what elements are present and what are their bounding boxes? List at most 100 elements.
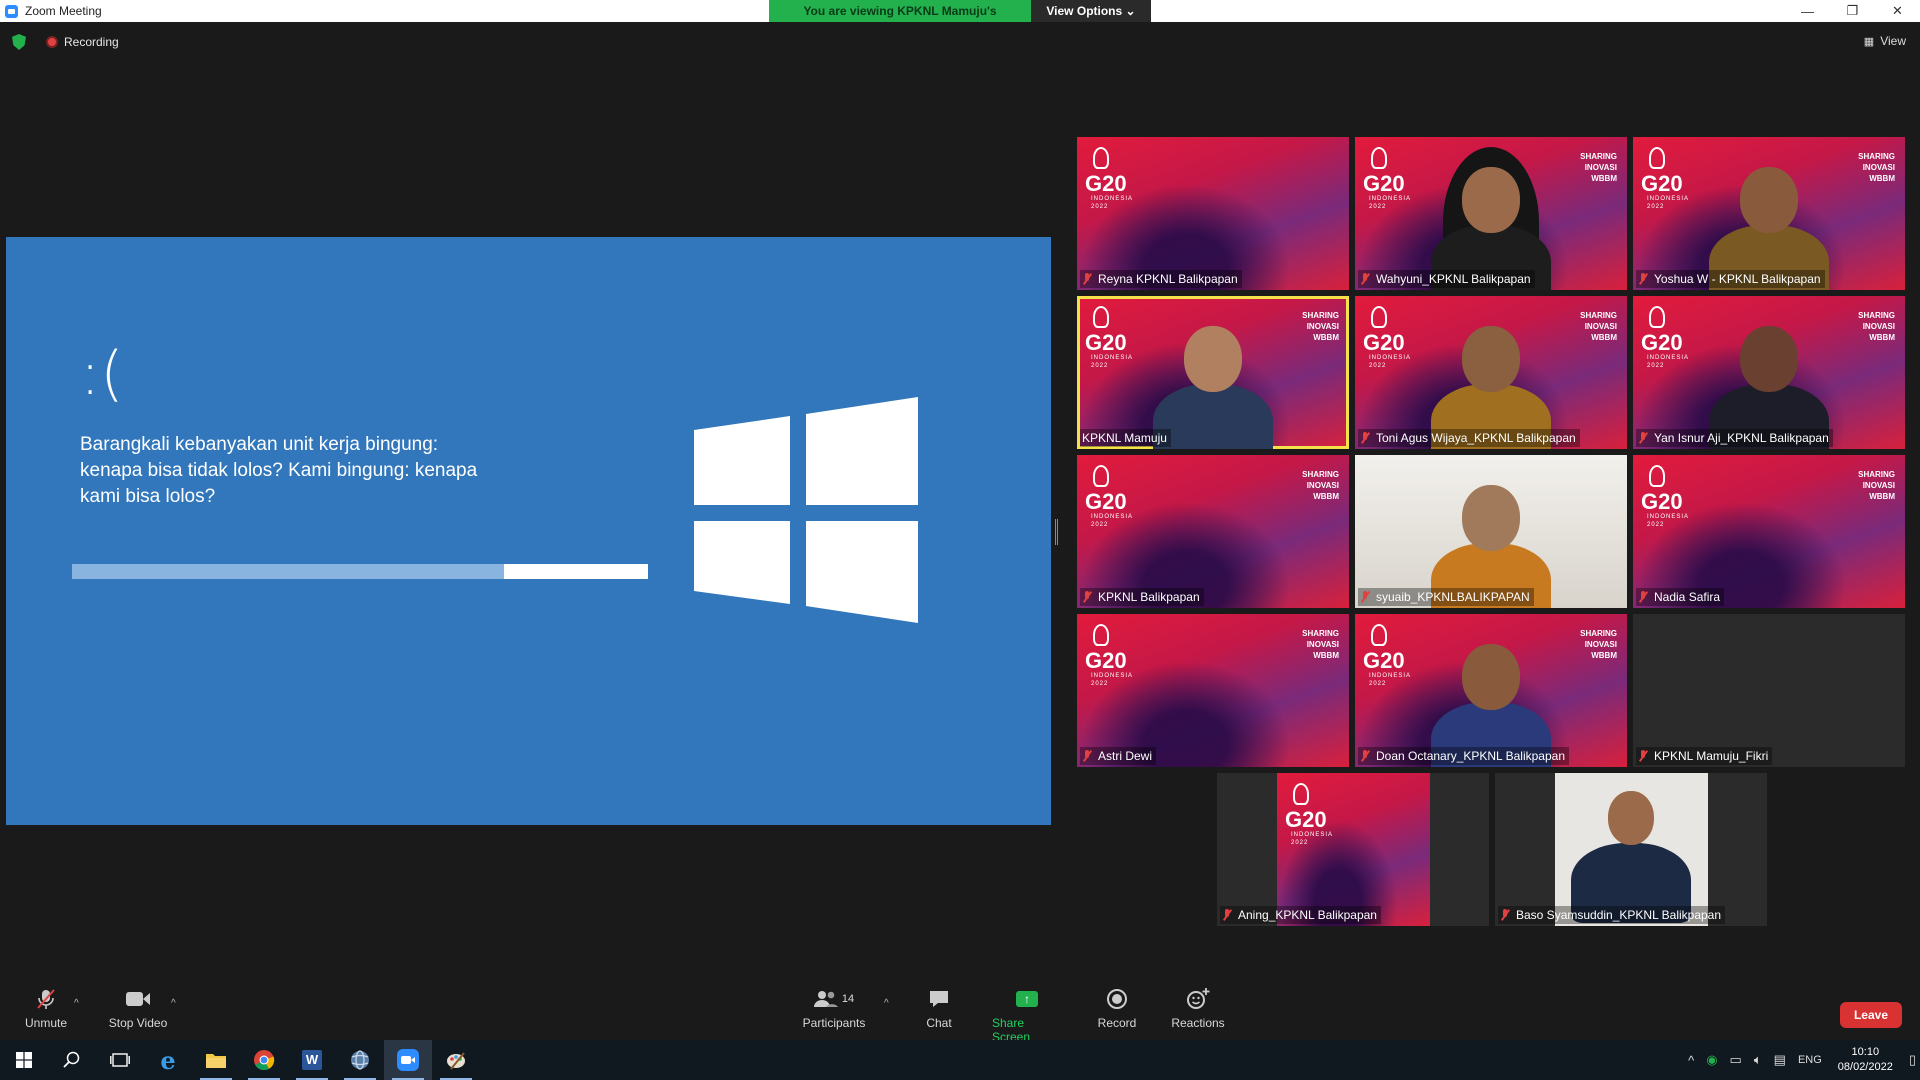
g20-logo-sub: INDONESIA <box>1091 196 1134 202</box>
reactions-button[interactable]: Reactions <box>1170 988 1226 1030</box>
participants-button[interactable]: 14 Participants <box>802 988 866 1030</box>
g20-logo-year: 2022 <box>1091 363 1109 369</box>
taskbar-paint[interactable] <box>432 1040 480 1080</box>
participants-options-caret[interactable]: ^ <box>884 998 889 1009</box>
g20-crest-icon <box>1649 465 1665 487</box>
shared-screen[interactable]: :( Barangkali kebanyakan unit kerja bing… <box>6 237 1051 825</box>
participant-head <box>1462 326 1520 392</box>
sharing-badge-line: INOVASI <box>1584 322 1617 331</box>
notifications-icon[interactable]: ▯ <box>1909 1052 1916 1068</box>
participant-tile[interactable]: syuaib_KPKNLBALIKPAPAN <box>1355 455 1627 608</box>
meeting-status: Recording <box>12 34 119 50</box>
participant-tile[interactable]: G20 INDONESIA 2022 SHARING INOVASI WBBM Doan O… <box>1355 614 1627 767</box>
g20-crest-icon <box>1649 147 1665 169</box>
participant-name-label: Yan Isnur Aji_KPKNL Balikpapan <box>1636 429 1833 447</box>
display-icon[interactable]: ▭ <box>1730 1052 1742 1068</box>
participant-tile[interactable]: G20 INDONESIA 2022 SHARING INOVASI WBBM Yan Is… <box>1633 296 1905 449</box>
g20-logo-sub: INDONESIA <box>1369 355 1412 361</box>
window-title: Zoom Meeting <box>25 4 102 18</box>
taskbar-zoom[interactable] <box>384 1040 432 1080</box>
close-button[interactable]: ✕ <box>1875 0 1920 22</box>
sharing-badge-line: INOVASI <box>1306 640 1339 649</box>
g20-logo-text: G20 <box>1641 171 1683 196</box>
g20-logo-year: 2022 <box>1647 522 1665 528</box>
clock-date: 08/02/2022 <box>1837 1061 1893 1073</box>
participant-name-label: Yoshua W - KPKNL Balikpapan <box>1636 270 1825 288</box>
participant-tile[interactable]: G20 INDONESIA 2022 SHARING INOVASI WBBM Wahyun… <box>1355 137 1627 290</box>
sharing-badge-line: WBBM <box>1313 651 1339 660</box>
record-button[interactable]: Record <box>1095 988 1139 1030</box>
participant-tile[interactable]: G20 INDONESIA 2022 SHARING INOVASI WBBM KPKNL … <box>1077 296 1349 449</box>
clock-time: 10:10 <box>1851 1046 1880 1058</box>
speaker-icon[interactable]: 🔈︎ <box>1754 1052 1762 1068</box>
message-icon[interactable]: ▤ <box>1774 1052 1786 1068</box>
taskbar-file-explorer[interactable] <box>192 1040 240 1080</box>
g20-logo-text: G20 <box>1641 330 1683 355</box>
participant-name: Baso Syamsuddin_KPKNL Balikpapan <box>1516 908 1722 922</box>
participant-tile[interactable]: G20 INDONESIA 2022 SHARING INOVASI WBBM KPKNL … <box>1077 455 1349 608</box>
start-button[interactable] <box>0 1040 48 1080</box>
g20-logo: G20 INDONESIA 2022 <box>1363 147 1411 211</box>
participant-tile[interactable]: G20 INDONESIA 2022 SHARING INOVASI WBBM Yoshua… <box>1633 137 1905 290</box>
minimize-button[interactable]: — <box>1785 0 1830 22</box>
g20-logo: G20 INDONESIA 2022 <box>1085 624 1133 688</box>
participant-name: Wahyuni_KPKNL Balikpapan <box>1376 272 1531 286</box>
g20-logo-sub: INDONESIA <box>1647 355 1690 361</box>
shield-icon[interactable] <box>12 34 26 50</box>
g20-crest-icon <box>1371 624 1387 646</box>
participant-tile[interactable]: G20 INDONESIA 2022 SHARING INOVASI WBBM Astri … <box>1077 614 1349 767</box>
mic-muted-icon <box>1082 591 1092 603</box>
g20-logo-year: 2022 <box>1291 840 1309 846</box>
chrome-icon <box>254 1050 275 1071</box>
participant-name: Reyna KPKNL Balikpapan <box>1098 272 1238 286</box>
participant-name-label: KPKNL Balikpapan <box>1080 588 1204 606</box>
audio-options-caret[interactable]: ^ <box>74 998 79 1009</box>
language-indicator[interactable]: ENG <box>1798 1054 1822 1066</box>
taskbar-chrome[interactable] <box>240 1040 288 1080</box>
chat-button[interactable]: Chat <box>922 988 956 1030</box>
participant-name: syuaib_KPKNLBALIKPAPAN <box>1376 590 1530 604</box>
sharing-badge-line: SHARING <box>1580 152 1617 161</box>
g20-logo-sub: INDONESIA <box>1091 514 1134 520</box>
g20-logo: G20 INDONESIA 2022 <box>1363 306 1411 370</box>
view-options-label: View Options <box>1046 4 1123 18</box>
participant-tile[interactable]: G20 INDONESIA 2022 SHARING INOVASI WBBM Nadia … <box>1633 455 1905 608</box>
view-button[interactable]: ▦ View <box>1864 34 1906 48</box>
resize-handle[interactable] <box>1055 519 1058 545</box>
share-screen-button[interactable]: ↑ Share Screen <box>992 988 1062 1044</box>
g20-logo-sub: INDONESIA <box>1369 673 1412 679</box>
zoom-icon <box>397 1049 419 1071</box>
taskbar-word[interactable]: W <box>288 1040 336 1080</box>
paint-icon <box>447 1052 465 1070</box>
network-status-icon[interactable]: ◉ <box>1706 1052 1717 1068</box>
participant-tile[interactable]: KPKNL Mamuju_Fikri <box>1633 614 1905 767</box>
sharing-badge-line: INOVASI <box>1584 163 1617 172</box>
taskbar-edge[interactable]: e <box>144 1040 192 1080</box>
sharing-inovasi-badge: SHARING INOVASI WBBM <box>1580 310 1617 343</box>
participant-tile[interactable]: Baso Syamsuddin_KPKNL Balikpapan <box>1495 773 1767 926</box>
recording-label[interactable]: Recording <box>64 35 119 49</box>
windows-start-icon <box>16 1052 32 1068</box>
stop-video-button[interactable]: Stop Video <box>108 988 168 1030</box>
mic-muted-icon <box>1082 273 1092 285</box>
video-options-caret[interactable]: ^ <box>171 998 176 1009</box>
mic-muted-icon <box>1500 909 1510 921</box>
clock[interactable]: 10:10 08/02/2022 <box>1838 1045 1893 1075</box>
g20-logo: G20 INDONESIA 2022 <box>1085 147 1133 211</box>
task-view-button[interactable] <box>96 1040 144 1080</box>
participant-tile[interactable]: G20 INDONESIA 2022 Aning_KPKNL Balikpapan <box>1217 773 1489 926</box>
view-options-button[interactable]: View Options ⌄ <box>1031 0 1151 22</box>
search-button[interactable] <box>48 1040 96 1080</box>
participant-count: 14 <box>841 993 855 1005</box>
taskbar-app-globe[interactable] <box>336 1040 384 1080</box>
leave-button[interactable]: Leave <box>1839 1002 1902 1028</box>
participant-tile[interactable]: G20 INDONESIA 2022 Reyna KPKNL Balikpapan <box>1077 137 1349 290</box>
mic-muted-icon <box>1082 750 1092 762</box>
mic-muted-icon <box>1360 273 1370 285</box>
viewing-banner: You are viewing KPKNL Mamuju's screen Vi… <box>769 0 1151 40</box>
progress-bar-fill <box>72 564 504 579</box>
participant-tile[interactable]: G20 INDONESIA 2022 SHARING INOVASI WBBM Toni A… <box>1355 296 1627 449</box>
unmute-button[interactable]: Unmute <box>22 988 70 1030</box>
restore-button[interactable]: ❐ <box>1830 0 1875 22</box>
chevron-up-icon[interactable]: ^ <box>1688 1053 1694 1068</box>
